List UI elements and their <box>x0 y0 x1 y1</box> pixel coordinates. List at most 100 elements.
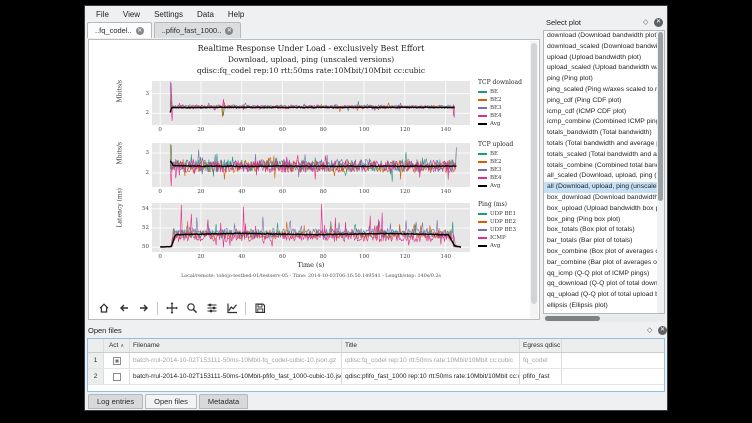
plot-list-item[interactable]: all (Download, upload, ping (unscaled ve… <box>544 182 664 193</box>
legend-entry-label: Avg <box>490 183 500 189</box>
home-icon <box>98 302 110 314</box>
close-dock-icon[interactable]: ✕ <box>654 18 663 27</box>
y-tick-label: 52 <box>138 225 149 231</box>
legend-entry: Avg <box>478 120 528 128</box>
back-button[interactable] <box>115 300 132 317</box>
legend-line-swatch <box>478 153 487 154</box>
column-header-act[interactable]: Act∧ <box>104 339 130 352</box>
plot-list-item[interactable]: qq_download (Q-Q plot of total download … <box>544 279 664 290</box>
plot-list-item[interactable]: icmp_cdf (ICMP CDF plot) <box>544 107 664 118</box>
sort-ascending-icon: ∧ <box>120 343 124 349</box>
column-header-title[interactable]: Title <box>342 339 520 352</box>
file-checkbox[interactable] <box>113 357 121 365</box>
plot-list-vscrollbar-thumb[interactable] <box>658 32 663 201</box>
plot-scrollbar-thumb[interactable] <box>531 43 537 304</box>
plot-list-item[interactable]: bar_totals (Bar plot of totals) <box>544 236 664 247</box>
x-tick-label: 80 <box>318 254 328 260</box>
legend-line-swatch <box>478 107 487 108</box>
table-row[interactable]: 2batch-rrul-2014-10-02T153111-50ms-10Mbi… <box>88 369 664 385</box>
toolbar-separator <box>245 302 246 315</box>
x-tick-label: 60 <box>277 127 287 133</box>
legend-entry: ICMP <box>478 234 528 242</box>
legend-entry: BE4 <box>478 112 528 120</box>
x-axis-label: Time (s) <box>152 261 470 269</box>
plot-list-hscrollbar[interactable] <box>543 315 665 322</box>
tab-close-icon[interactable]: ✕ <box>136 27 144 35</box>
plot-list-item[interactable]: box_download (Download bandwidth box plo… <box>544 193 664 204</box>
close-dock-icon[interactable]: ✕ <box>658 326 667 335</box>
open-files-dock: Open files ◇ ✕ Act∧FilenameTitleEgress q… <box>85 323 669 393</box>
plot-list-item[interactable]: download_scaled (Download bandwidth w/ax… <box>544 42 664 53</box>
menu-item-help[interactable]: Help <box>222 8 250 21</box>
plot-list-item[interactable]: totals_combine (Combined total bandwidth… <box>544 161 664 172</box>
zoom-button[interactable] <box>183 300 200 317</box>
figure-caption: Local/remote: tohojo-testbed-01/testserv… <box>112 273 510 279</box>
menu-item-data[interactable]: Data <box>191 8 220 21</box>
plot-tab[interactable]: ..pfifo_fast_1000..✕ <box>154 22 242 38</box>
float-dock-icon[interactable]: ◇ <box>647 327 654 334</box>
forward-button[interactable] <box>135 300 152 317</box>
corner-header-cell <box>88 339 104 352</box>
subplots-button[interactable] <box>203 300 220 317</box>
plot-list-item[interactable]: upload_scaled (Upload bandwidth w/axes s… <box>544 63 664 74</box>
plot-list-item[interactable]: box_totals (Box plot of totals) <box>544 225 664 236</box>
plot-list-item[interactable]: qq_icmp (Q-Q plot of ICMP pings) <box>544 269 664 280</box>
plot-list-item[interactable]: ping_scaled (Ping w/axes scaled to remov… <box>544 85 664 96</box>
plot-list-item[interactable]: all_scaled (Download, upload, ping (scal… <box>544 171 664 182</box>
plot-list-hscrollbar-thumb[interactable] <box>545 316 600 321</box>
menu-item-view[interactable]: View <box>117 8 146 21</box>
table-row[interactable]: 1batch-rrul-2014-10-02T153111-50ms-10Mbi… <box>88 353 664 369</box>
legend-line-swatch <box>478 91 487 92</box>
plot-list-item[interactable]: box_combine (Box plot of averages of sev… <box>544 247 664 258</box>
file-checkbox[interactable] <box>113 373 121 381</box>
x-tick-label: 120 <box>400 254 410 260</box>
bottom-tab-metadata[interactable]: Metadata <box>199 394 248 409</box>
plot-list-item[interactable]: totals_scaled (Total bandwidth and avera… <box>544 150 664 161</box>
plot-list-item[interactable]: qq_upload (Q-Q plot of total upload band… <box>544 290 664 301</box>
plot-list-item[interactable]: totals (Total bandwidth and average ping… <box>544 139 664 150</box>
open-files-header: Open files ◇ ✕ <box>85 323 669 337</box>
open-files-title: Open files <box>85 326 647 335</box>
plot-tab[interactable]: ..fq_codel..✕ <box>87 22 152 38</box>
y-tick-label: 50 <box>138 244 149 250</box>
legend-entry: UDP BE1 <box>478 210 528 218</box>
bottom-tab-log-entries[interactable]: Log entries <box>88 394 143 409</box>
column-header-egress[interactable]: Egress qdisc <box>520 339 562 352</box>
plot-list-item[interactable]: icmp_combine (Combined ICMP ping plot) <box>544 117 664 128</box>
plot-list-item[interactable]: bar_combine (Bar plot of averages of sev… <box>544 258 664 269</box>
plot-list-item[interactable]: box_ping (Ping box plot) <box>544 215 664 226</box>
menu-item-file[interactable]: File <box>90 8 115 21</box>
float-dock-icon[interactable]: ◇ <box>643 19 650 26</box>
legend-entry: BE <box>478 150 528 158</box>
plot-list-vscrollbar[interactable] <box>657 31 664 313</box>
legend-entry-label: BE <box>490 89 498 95</box>
legend-entry-label: UDP BE3 <box>490 227 516 233</box>
plot-list-item[interactable]: download (Download bandwidth plot) <box>544 31 664 42</box>
plot-list-item[interactable]: ping_cdf (Ping CDF plot) <box>544 96 664 107</box>
home-button[interactable] <box>95 300 112 317</box>
legend-line-swatch <box>478 161 487 162</box>
app-window: FileViewSettingsDataHelp ..fq_codel..✕..… <box>84 5 668 411</box>
bottom-tab-bar: Log entriesOpen filesMetadata <box>88 394 248 409</box>
bottom-tab-open-files[interactable]: Open files <box>145 394 197 409</box>
plot-list-item[interactable]: upload (Upload bandwidth plot) <box>544 53 664 64</box>
legend-line-swatch <box>478 237 487 238</box>
plot-list: download (Download bandwidth plot)downlo… <box>543 30 665 314</box>
plot-list-item[interactable]: totals_bandwidth (Total bandwidth) <box>544 128 664 139</box>
plot-scrollbar[interactable] <box>530 41 538 319</box>
back-icon <box>118 302 130 314</box>
menu-item-settings[interactable]: Settings <box>148 8 189 21</box>
customize-button[interactable] <box>223 300 240 317</box>
subplot-axes <box>152 203 470 252</box>
x-tick-label: 40 <box>237 127 247 133</box>
plot-list-item[interactable]: box_upload (Upload bandwidth box plot) <box>544 204 664 215</box>
figure-title-line3: qdisc:fq_codel rep:10 rtt:50ms rate:10Mb… <box>152 66 470 75</box>
plot-list-item[interactable]: ellipsis (Ellipsis plot) <box>544 301 664 312</box>
legend-line-swatch <box>478 169 487 170</box>
tab-close-icon[interactable]: ✕ <box>225 27 233 35</box>
column-header-filename[interactable]: Filename <box>130 339 342 352</box>
plot-list-item[interactable]: ping (Ping plot) <box>544 74 664 85</box>
zoom-icon <box>186 302 198 314</box>
save-button[interactable] <box>251 300 268 317</box>
pan-button[interactable] <box>163 300 180 317</box>
